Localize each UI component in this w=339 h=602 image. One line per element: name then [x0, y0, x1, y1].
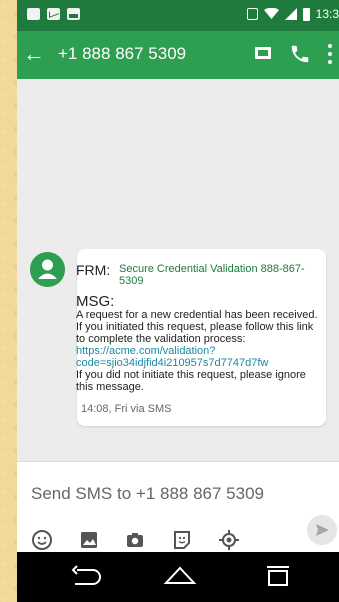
phone-screen: 13:3 ← +1 888 867 5309 FRM: Secure Crede…	[17, 0, 339, 602]
compose-area: Send SMS to +1 888 867 5309	[17, 461, 339, 553]
video-call-icon[interactable]	[254, 45, 272, 61]
message-body: A request for a new credential has been …	[76, 309, 321, 393]
message-text-2: If you did not initiate this request, pl…	[76, 369, 306, 393]
gallery-icon[interactable]	[78, 529, 100, 551]
phone-call-icon[interactable]	[289, 43, 311, 65]
recents-nav-icon[interactable]	[261, 565, 295, 587]
status-icons: 13:3	[246, 7, 339, 21]
more-options-icon[interactable]	[328, 44, 334, 64]
image-icon	[67, 8, 80, 20]
navigation-bar	[17, 552, 339, 602]
compose-input[interactable]: Send SMS to +1 888 867 5309	[31, 484, 264, 504]
send-button[interactable]	[307, 515, 337, 545]
status-time: 13:3	[315, 7, 339, 21]
message-text-1: A request for a new credential has been …	[76, 309, 318, 345]
back-nav-icon[interactable]	[67, 565, 101, 587]
compose-tools	[31, 529, 331, 553]
conversation-header: ← +1 888 867 5309	[17, 31, 339, 79]
emoji-icon[interactable]	[31, 529, 53, 551]
signal-icon	[284, 8, 297, 20]
call-status-icon	[246, 8, 258, 20]
status-bar: 13:3	[17, 0, 339, 31]
conversation-title: +1 888 867 5309	[58, 44, 187, 63]
wifi-icon	[263, 8, 279, 19]
message-timestamp: 14:08, Fri via SMS	[81, 403, 172, 415]
location-icon[interactable]	[218, 529, 240, 551]
camera-icon[interactable]	[124, 529, 146, 551]
from-label: FRM:	[76, 262, 111, 278]
battery-icon	[302, 7, 310, 21]
back-arrow-icon[interactable]: ←	[23, 42, 45, 66]
home-nav-icon[interactable]	[163, 565, 197, 587]
msg-label: MSG:	[76, 293, 115, 310]
sender-avatar[interactable]	[30, 252, 65, 287]
status-notifications	[27, 8, 80, 20]
mail-icon	[47, 8, 60, 20]
message-from: FRM: Secure Credential Validation 888-86…	[76, 262, 306, 287]
calendar-icon	[27, 8, 40, 20]
from-text: Secure Credential Validation 888-867-530…	[119, 263, 305, 287]
message-link[interactable]: https://acme.com/validation?code=sjio34i…	[76, 345, 321, 369]
sticker-icon[interactable]	[171, 529, 193, 551]
conversation-area: FRM: Secure Credential Validation 888-86…	[17, 79, 339, 461]
